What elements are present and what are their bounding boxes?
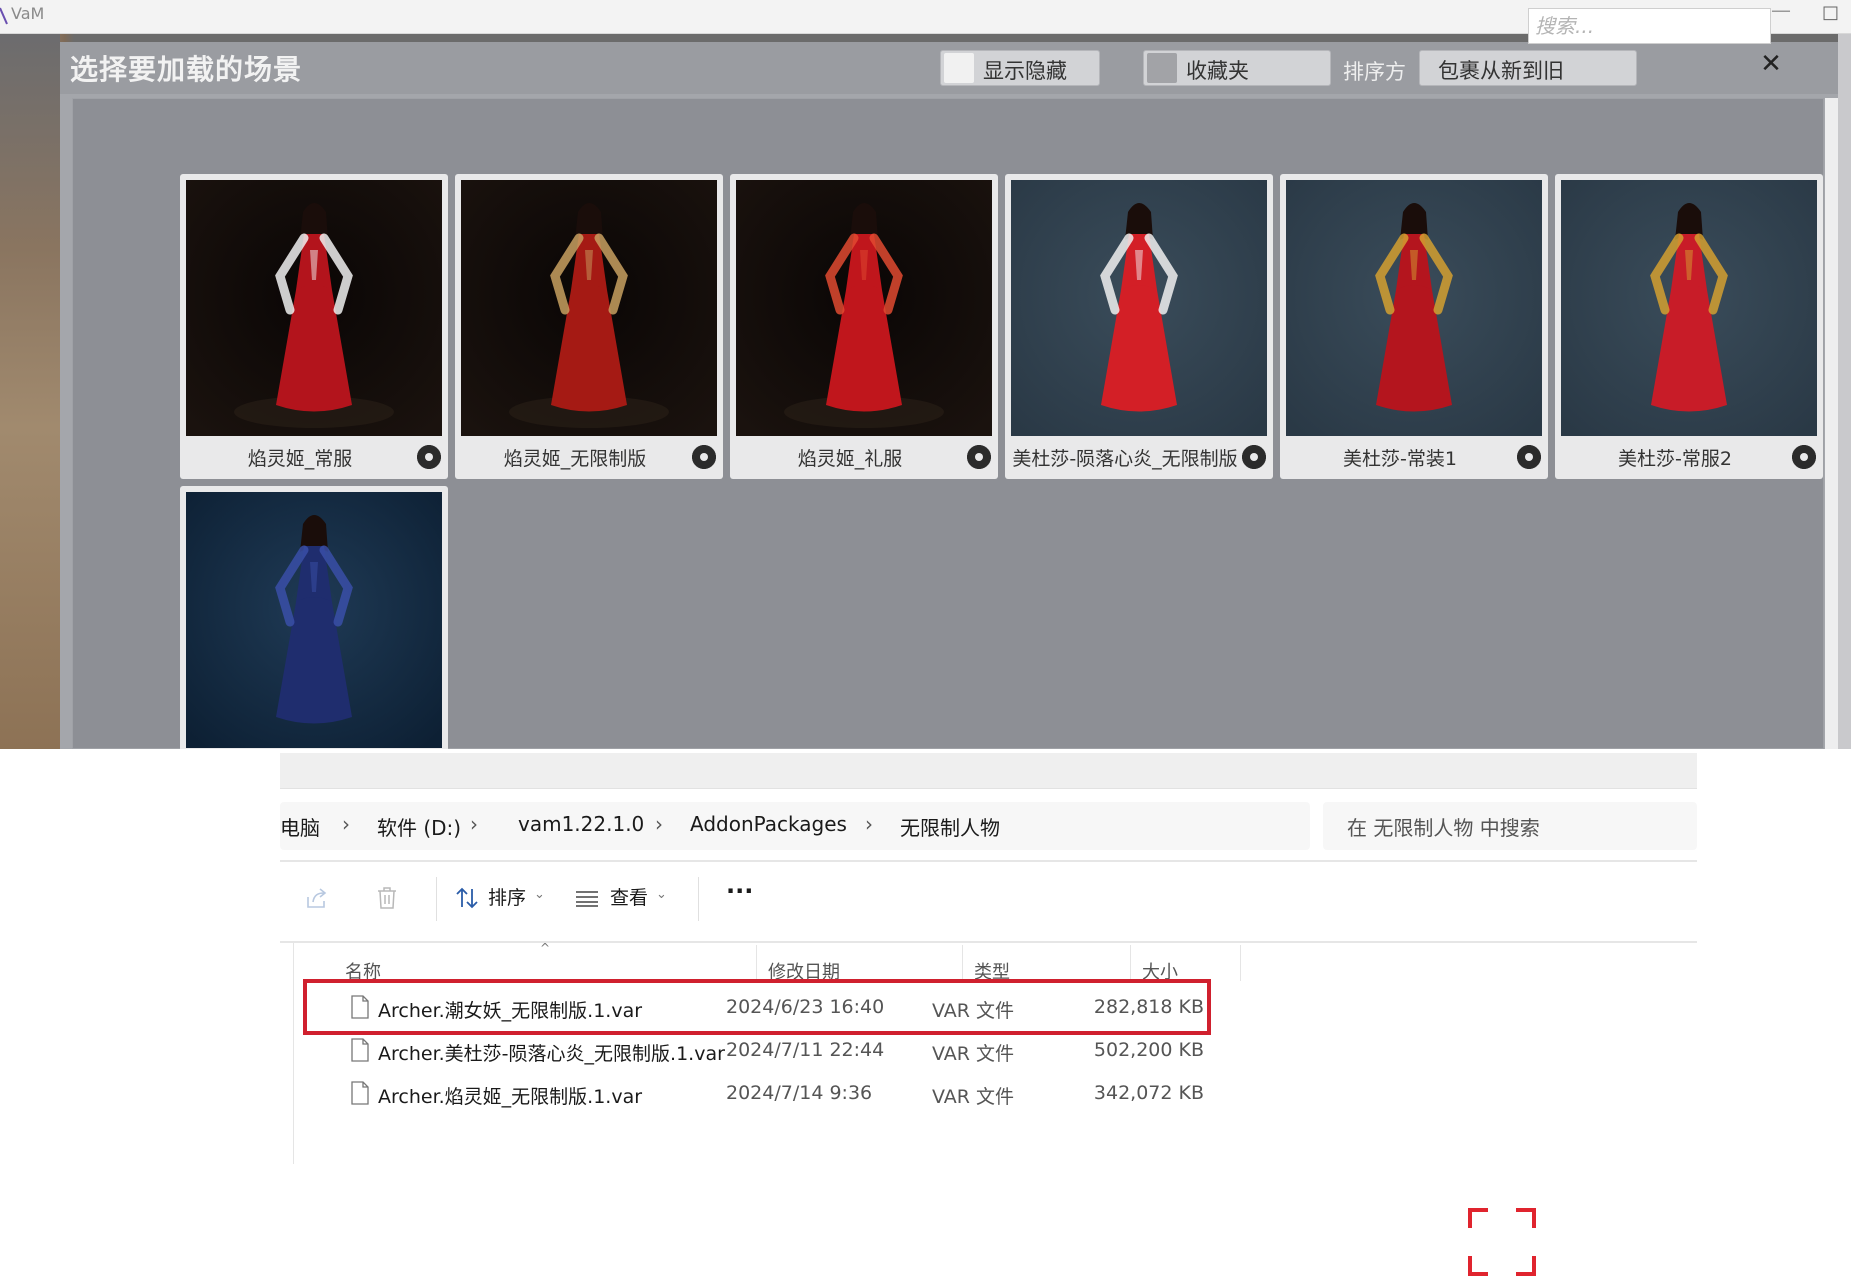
chevron-right-icon[interactable]: › — [655, 812, 663, 836]
show-hidden-checkbox[interactable] — [944, 53, 974, 83]
gear-icon[interactable] — [1789, 442, 1819, 472]
view-icon[interactable] — [574, 885, 600, 911]
sort-label: 排序方 — [1343, 60, 1406, 84]
favorites-checkbox[interactable] — [1147, 53, 1177, 83]
file-explorer: 电脑 › 软件 (D:) › vam1.22.1.0 › AddonPackag… — [280, 753, 1697, 1276]
scene-name: 焰灵姬_常服 — [247, 448, 353, 470]
close-icon[interactable]: ✕ — [1755, 46, 1787, 82]
file-list: ^ 名称 修改日期 类型 大小 Archer.潮女妖_无限制版.1.var 20… — [280, 941, 1697, 1276]
scene-name: 焰灵姬_礼服 — [797, 448, 903, 470]
chevron-down-icon[interactable]: ⌄ — [534, 887, 545, 902]
file-type: VAR 文件 — [932, 1043, 1015, 1065]
show-hidden-toggle[interactable]: 显示隐藏 — [940, 50, 1100, 86]
gear-icon[interactable] — [1239, 442, 1269, 472]
favorites-toggle[interactable]: 收藏夹 — [1143, 50, 1331, 86]
column-divider[interactable] — [1130, 945, 1131, 981]
file-type: VAR 文件 — [932, 1086, 1015, 1108]
app-title: VaM — [11, 4, 45, 23]
scene-thumbnail[interactable] — [1011, 180, 1267, 436]
view-button[interactable]: 查看 — [610, 883, 648, 910]
scene-search-input[interactable] — [1535, 12, 1735, 40]
trash-icon[interactable] — [374, 885, 400, 911]
scene-thumbnail[interactable] — [461, 180, 717, 436]
scene-name: 美杜莎-常装1 — [1343, 448, 1457, 470]
toolbar-separator — [698, 877, 699, 921]
breadcrumb-item[interactable]: 电脑 — [280, 812, 320, 841]
scene-card[interactable]: 美杜莎-陨落心炎_无限制版 — [1005, 174, 1273, 479]
explorer-toolbar: 排序 ⌄ 查看 ⌄ ··· — [280, 863, 1697, 935]
chevron-down-icon[interactable]: ⌄ — [656, 887, 667, 902]
scene-card[interactable]: 潮女妖_无限制版 — [180, 486, 448, 749]
breadcrumb-item[interactable]: vam1.22.1.0 — [518, 812, 644, 836]
focus-frame-icon — [1468, 1208, 1536, 1276]
favorites-label: 收藏夹 — [1186, 59, 1249, 83]
highlight-annotation — [303, 979, 1211, 1035]
explorer-search-box[interactable]: 在 无限制人物 中搜索 — [1323, 802, 1697, 850]
column-divider[interactable] — [1240, 945, 1241, 981]
gear-icon[interactable] — [964, 442, 994, 472]
scene-card[interactable]: 焰灵姬_礼服 — [730, 174, 998, 479]
sort-ascending-icon: ^ — [540, 941, 551, 955]
scene-card[interactable]: 焰灵姬_无限制版 — [455, 174, 723, 479]
scene-name: 焰灵姬_无限制版 — [503, 448, 647, 470]
scene-thumbnail[interactable] — [1561, 180, 1817, 436]
maximize-button[interactable]: □ — [1822, 0, 1851, 30]
file-date: 2024/7/14 9:36 — [726, 1082, 873, 1104]
scene-thumbnail[interactable] — [186, 180, 442, 436]
gear-icon[interactable] — [1514, 442, 1544, 472]
breadcrumb-item[interactable]: AddonPackages — [690, 812, 847, 836]
column-divider[interactable] — [962, 945, 963, 981]
scene-grid: 焰灵姬_常服 焰灵姬_无限制版 焰灵姬_礼服 美杜莎-陨落心炎_无限制版 美杜莎-常装1… — [72, 98, 1824, 749]
scene-card[interactable]: 焰灵姬_常服 — [180, 174, 448, 479]
dialog-title: 选择要加载的场景 — [70, 53, 303, 86]
breadcrumb-item[interactable]: 软件 (D:) — [377, 812, 461, 841]
nav-pane-divider — [293, 943, 294, 1164]
file-icon — [351, 1081, 369, 1105]
sort-button[interactable]: 排序 — [488, 883, 526, 910]
explorer-tab-bar — [280, 753, 1697, 789]
explorer-search-placeholder: 在 无限制人物 中搜索 — [1347, 816, 1540, 840]
scene-search-box[interactable] — [1528, 8, 1771, 44]
more-options-button[interactable]: ··· — [726, 877, 753, 905]
file-row[interactable]: Archer.美杜莎-陨落心炎_无限制版.1.var 2024/7/11 22:… — [320, 1030, 1420, 1070]
file-name: Archer.焰灵姬_无限制版.1.var — [378, 1086, 643, 1108]
sort-dropdown[interactable]: 包裹从新到旧 — [1419, 50, 1637, 86]
sort-icon[interactable] — [454, 885, 480, 911]
gear-icon[interactable] — [689, 442, 719, 472]
chevron-right-icon[interactable]: › — [865, 812, 873, 836]
file-date: 2024/7/11 22:44 — [726, 1039, 885, 1061]
chevron-right-icon[interactable]: › — [470, 812, 478, 836]
show-hidden-label: 显示隐藏 — [983, 59, 1067, 83]
background-strip — [0, 34, 60, 749]
vam-window: VaM — □ 选择要加载的场景 显示隐藏 收藏夹 排序方 包裹从新到旧 焰灵姬… — [0, 0, 1851, 749]
toolbar-separator — [436, 877, 437, 921]
window-edge — [1838, 34, 1851, 749]
sort-value: 包裹从新到旧 — [1438, 59, 1564, 83]
dialog-header: 选择要加载的场景 显示隐藏 收藏夹 排序方 包裹从新到旧 — [60, 42, 1851, 94]
breadcrumb[interactable]: 电脑 › 软件 (D:) › vam1.22.1.0 › AddonPackag… — [280, 802, 1310, 850]
chevron-right-icon[interactable]: › — [342, 812, 350, 836]
breadcrumb-item-current[interactable]: 无限制人物 — [900, 812, 1000, 841]
file-name: Archer.美杜莎-陨落心炎_无限制版.1.var — [378, 1043, 725, 1065]
scene-card[interactable]: 美杜莎-常服2 — [1555, 174, 1823, 479]
file-row[interactable]: Archer.焰灵姬_无限制版.1.var 2024/7/14 9:36 VAR… — [320, 1073, 1420, 1113]
scene-thumbnail[interactable] — [186, 492, 442, 748]
scene-card[interactable]: 美杜莎-常装1 — [1280, 174, 1548, 479]
vam-logo-icon — [0, 7, 8, 25]
scene-name: 美杜莎-常服2 — [1618, 448, 1732, 470]
scene-thumbnail[interactable] — [736, 180, 992, 436]
divider — [280, 860, 1697, 862]
scene-browser-dialog: 选择要加载的场景 显示隐藏 收藏夹 排序方 包裹从新到旧 焰灵姬_常服 焰灵姬_无… — [60, 42, 1851, 749]
scene-name: 美杜莎-陨落心炎_无限制版 — [1012, 448, 1238, 470]
file-icon — [351, 1038, 369, 1062]
share-icon[interactable] — [304, 885, 330, 911]
file-size: 342,072 KB — [1093, 1082, 1204, 1104]
column-divider[interactable] — [756, 945, 757, 981]
gear-icon[interactable] — [414, 442, 444, 472]
scene-thumbnail[interactable] — [1286, 180, 1542, 436]
file-size: 502,200 KB — [1093, 1039, 1204, 1061]
